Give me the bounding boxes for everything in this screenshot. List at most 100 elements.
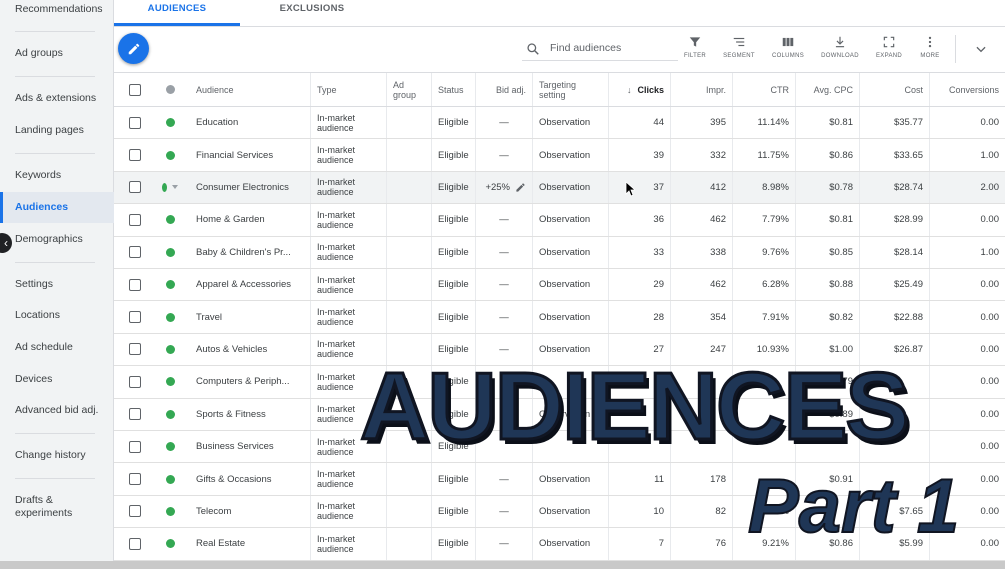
- cell-bid-adj[interactable]: —: [475, 463, 532, 495]
- table-row[interactable]: Computers & Periph... In-market audience E…: [114, 366, 1005, 399]
- sidebar-item-demographics[interactable]: Demographics: [0, 233, 114, 246]
- cell-audience[interactable]: Real Estate: [190, 528, 310, 559]
- cell-bid-adj[interactable]: [475, 431, 532, 463]
- cell-bid-adj[interactable]: —: [475, 333, 532, 366]
- cell-audience[interactable]: Gifts & Occasions: [190, 463, 310, 494]
- more-button[interactable]: MORE: [905, 35, 955, 59]
- cell-bid-adj[interactable]: —: [475, 107, 532, 139]
- cell-audience[interactable]: Education: [190, 107, 310, 138]
- row-checkbox[interactable]: [129, 343, 141, 356]
- header-ad-group[interactable]: Ad group: [386, 73, 431, 106]
- sidebar-item-landing-pages[interactable]: Landing pages: [0, 124, 114, 137]
- status-enabled-icon[interactable]: [165, 118, 175, 128]
- segment-button[interactable]: SEGMENT: [714, 35, 764, 59]
- cell-audience[interactable]: Financial Services: [190, 139, 310, 170]
- header-type[interactable]: Type: [310, 73, 386, 106]
- table-row[interactable]: Travel In-market audience Eligible — Observa…: [114, 301, 1005, 334]
- row-checkbox[interactable]: [129, 473, 141, 486]
- table-row[interactable]: Business Services In-market audience Eligi…: [114, 431, 1005, 464]
- status-enabled-icon[interactable]: [165, 474, 175, 484]
- header-impr[interactable]: Impr.: [670, 73, 732, 106]
- cell-bid-adj[interactable]: —: [475, 495, 532, 528]
- cell-bid-adj[interactable]: [475, 398, 532, 430]
- search-input[interactable]: [550, 42, 675, 54]
- sidebar-item-drafts-experiments[interactable]: Drafts & experiments: [0, 494, 80, 520]
- download-button[interactable]: DOWNLOAD: [815, 35, 865, 59]
- sidebar-item-recommendations[interactable]: Recommendations: [0, 3, 114, 16]
- header-select-all[interactable]: [114, 73, 156, 106]
- row-checkbox[interactable]: [129, 505, 141, 518]
- status-enabled-icon[interactable]: [165, 442, 175, 452]
- sidebar-item-keywords[interactable]: Keywords: [0, 169, 114, 182]
- row-checkbox[interactable]: [129, 149, 141, 162]
- select-all-checkbox[interactable]: [129, 83, 141, 96]
- row-checkbox[interactable]: [129, 278, 141, 291]
- sidebar-item-settings[interactable]: Settings: [0, 278, 114, 291]
- status-enabled-icon[interactable]: [165, 539, 175, 549]
- cell-audience[interactable]: Computers & Periph...: [190, 366, 310, 397]
- cell-audience[interactable]: Travel: [190, 301, 310, 332]
- status-enabled-icon[interactable]: [165, 409, 175, 419]
- status-enabled-icon[interactable]: [165, 377, 175, 387]
- table-row[interactable]: Financial Services In-market audience Elig…: [114, 139, 1005, 172]
- table-row[interactable]: Education In-market audience Eligible — Obse…: [114, 107, 1005, 140]
- row-checkbox[interactable]: [129, 537, 141, 550]
- cell-bid-adj[interactable]: —: [475, 301, 532, 333]
- table-row[interactable]: Sports & Fitness In-market audience Eligib…: [114, 398, 1005, 431]
- chevron-down-icon[interactable]: [974, 42, 988, 56]
- header-audience[interactable]: Audience: [190, 73, 310, 106]
- status-enabled-icon[interactable]: [165, 344, 175, 354]
- row-checkbox[interactable]: [129, 246, 141, 259]
- row-checkbox[interactable]: [129, 375, 141, 388]
- table-row[interactable]: Consumer Electronics In-market audience El…: [114, 171, 1005, 205]
- cell-bid-adj[interactable]: —: [475, 528, 532, 560]
- row-checkbox[interactable]: [129, 213, 141, 226]
- cell-audience[interactable]: Sports & Fitness: [190, 399, 310, 430]
- header-bid-adj[interactable]: Bid adj.: [475, 73, 532, 106]
- sidebar-item-ad-groups[interactable]: Ad groups: [0, 47, 114, 60]
- status-enabled-icon[interactable]: [165, 247, 175, 257]
- cell-bid-adj[interactable]: +25%: [475, 171, 532, 204]
- status-enabled-icon[interactable]: [165, 506, 175, 516]
- table-row[interactable]: Gifts & Occasions In-market audience Eligi…: [114, 463, 1005, 496]
- tab-audiences[interactable]: AUDIENCES: [114, 0, 240, 26]
- cell-audience[interactable]: Home & Garden: [190, 204, 310, 235]
- cell-audience[interactable]: Business Services: [190, 431, 310, 462]
- table-row[interactable]: Real Estate In-market audience Eligible — Ob…: [114, 528, 1005, 561]
- header-status[interactable]: Status: [431, 73, 475, 106]
- status-enabled-icon[interactable]: [162, 182, 167, 192]
- sidebar-item-devices[interactable]: Devices: [0, 373, 114, 386]
- sidebar-item-locations[interactable]: Locations: [0, 309, 114, 322]
- cell-audience[interactable]: Telecom: [190, 496, 310, 527]
- status-enabled-icon[interactable]: [165, 280, 175, 290]
- cell-audience[interactable]: Apparel & Accessories: [190, 269, 310, 300]
- tab-exclusions[interactable]: EXCLUSIONS: [262, 0, 362, 26]
- status-enabled-icon[interactable]: [165, 312, 175, 322]
- cell-bid-adj[interactable]: —: [475, 139, 532, 171]
- row-checkbox[interactable]: [129, 116, 141, 129]
- cell-audience[interactable]: Consumer Electronics: [190, 172, 310, 203]
- row-checkbox[interactable]: [129, 440, 141, 453]
- sidebar-item-change-history[interactable]: Change history: [0, 449, 114, 462]
- header-clicks[interactable]: ↓ Clicks: [608, 73, 670, 106]
- table-row[interactable]: Telecom In-market audience Eligible — Observ…: [114, 495, 1005, 529]
- columns-button[interactable]: COLUMNS: [763, 35, 813, 59]
- cell-bid-adj[interactable]: [475, 366, 532, 398]
- cell-bid-adj[interactable]: —: [475, 236, 532, 268]
- sidebar-item-ad-schedule[interactable]: Ad schedule: [0, 341, 114, 354]
- row-checkbox[interactable]: [129, 408, 141, 421]
- caret-down-icon[interactable]: [172, 185, 178, 190]
- filter-button[interactable]: FILTER: [670, 35, 720, 59]
- header-targeting-setting[interactable]: Targeting setting: [532, 73, 608, 106]
- table-row[interactable]: Home & Garden In-market audience Eligible —…: [114, 204, 1005, 237]
- table-row[interactable]: Autos & Vehicles In-market audience Eligib…: [114, 333, 1005, 367]
- header-conversions[interactable]: Conversions: [929, 73, 1005, 106]
- status-enabled-icon[interactable]: [165, 215, 175, 225]
- cell-bid-adj[interactable]: —: [475, 269, 532, 301]
- table-row[interactable]: Baby & Children's Pr... In-market audienc…: [114, 236, 1005, 269]
- edit-fab-button[interactable]: [118, 33, 149, 64]
- sidebar-item-audiences[interactable]: Audiences: [0, 192, 114, 223]
- sidebar-item-advanced-bid-adj[interactable]: Advanced bid adj.: [0, 404, 114, 417]
- sidebar-item-ads-extensions[interactable]: Ads & extensions: [0, 92, 114, 105]
- header-ctr[interactable]: CTR: [732, 73, 795, 106]
